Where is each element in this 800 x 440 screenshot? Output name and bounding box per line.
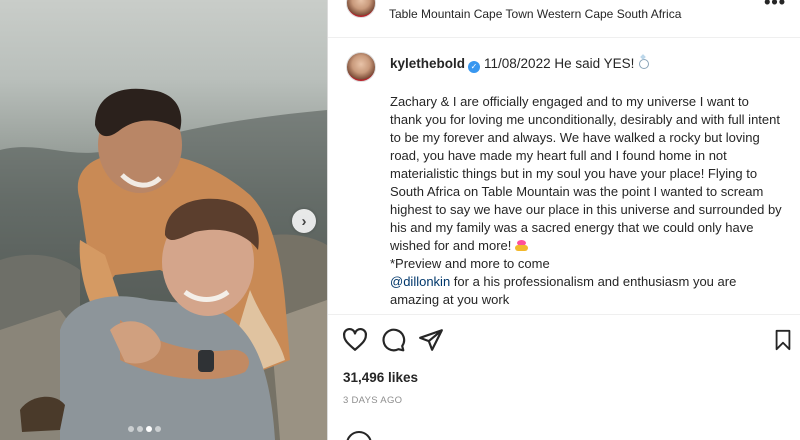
likes-count[interactable]: 31,496 likes	[343, 370, 418, 385]
carousel-next-button[interactable]: ›	[292, 209, 316, 233]
post-timestamp: 3 DAYS AGO	[343, 395, 403, 406]
viewer-avatar	[346, 431, 372, 440]
caption-avatar[interactable]	[346, 52, 376, 82]
author-username[interactable]: kylethebold	[390, 56, 465, 71]
photo-illustration	[0, 88, 327, 440]
post-photo[interactable]: ›	[0, 0, 327, 440]
caption-preview-line: *Preview and more to come	[390, 256, 550, 271]
ring-emoji-icon	[639, 59, 650, 69]
caption-headline: kylethebold ✓ 11/08/2022 He said YES!	[390, 56, 650, 73]
ellipsis-icon[interactable]: •••	[764, 0, 786, 13]
mention-link[interactable]: @dillonkin	[390, 274, 450, 289]
carousel-dot	[137, 426, 143, 432]
post-location[interactable]: Table Mountain Cape Town Western Cape So…	[389, 7, 681, 21]
author-avatar[interactable]	[346, 0, 376, 18]
heart-icon[interactable]	[342, 327, 368, 353]
carousel-dot	[128, 426, 134, 432]
caption-headline-text: 11/08/2022 He said YES!	[484, 56, 635, 71]
caption-paragraph: Zachary & I are officially engaged and t…	[390, 94, 782, 253]
chevron-right-icon: ›	[301, 212, 307, 230]
heart-hands-emoji-icon	[515, 240, 529, 251]
comment-icon[interactable]	[380, 327, 406, 353]
post-details-panel: Table Mountain Cape Town Western Cape So…	[328, 0, 800, 440]
caption-body: Zachary & I are officially engaged and t…	[390, 93, 782, 309]
verified-badge-icon: ✓	[468, 61, 481, 73]
bookmark-icon[interactable]	[772, 327, 794, 353]
carousel-indicator	[128, 426, 161, 432]
carousel-dot	[155, 426, 161, 432]
carousel-dot-active	[146, 426, 152, 432]
post-header: Table Mountain Cape Town Western Cape So…	[328, 0, 800, 38]
send-icon[interactable]	[418, 327, 444, 353]
action-bar	[342, 327, 791, 355]
actions-divider	[328, 314, 800, 315]
